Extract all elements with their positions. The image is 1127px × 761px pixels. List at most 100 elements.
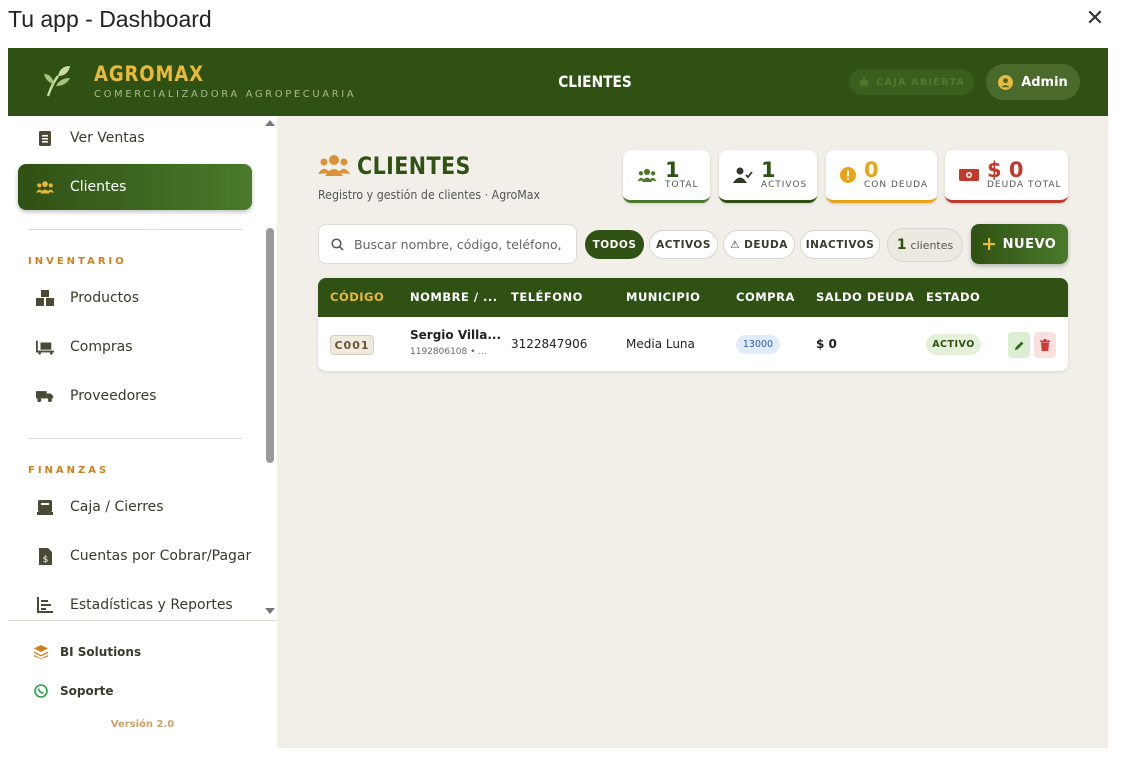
bi-solutions-link[interactable]: BI Solutions bbox=[34, 645, 141, 659]
col-codigo[interactable]: CÓDIGO bbox=[330, 290, 384, 304]
stat-activos-label: ACTIVOS bbox=[761, 180, 808, 190]
plus-icon bbox=[982, 238, 995, 250]
whatsapp-icon bbox=[34, 684, 48, 698]
svg-text:$: $ bbox=[42, 555, 48, 565]
pencil-icon bbox=[1014, 341, 1023, 350]
sidebar-item-label: Cuentas por Cobrar/Pagar bbox=[70, 548, 252, 564]
brand-subtitle: COMERCIALIZADORA AGROPECUARIA bbox=[94, 89, 357, 100]
client-name: Sergio Villa... bbox=[410, 328, 502, 342]
users-icon bbox=[637, 168, 657, 182]
sidebar-nav: Ver Ventas Clientes INVENTARIO Productos… bbox=[8, 116, 263, 620]
sidebar-scrollbar[interactable] bbox=[263, 116, 277, 620]
sidebar-item-estadisticas[interactable]: Estadísticas y Reportes bbox=[18, 582, 252, 620]
client-saldo: $ 0 bbox=[816, 337, 837, 351]
layers-icon bbox=[34, 645, 48, 659]
cash-register-icon bbox=[36, 498, 54, 516]
delete-client-button[interactable] bbox=[1034, 332, 1056, 358]
stat-activos: 1 ACTIVOS bbox=[719, 150, 817, 203]
leaf-logo-icon bbox=[44, 66, 70, 97]
client-id-line: 1192806108 • ... bbox=[410, 347, 487, 357]
top-bar: AGROMAX COMERCIALIZADORA AGROPECUARIA CL… bbox=[8, 48, 1108, 116]
sidebar-item-cuentas[interactable]: $ Cuentas por Cobrar/Pagar bbox=[18, 533, 252, 579]
client-count-label: clientes bbox=[910, 238, 954, 252]
filter-todos[interactable]: TODOS bbox=[585, 230, 644, 259]
soporte-link[interactable]: Soporte bbox=[34, 684, 114, 698]
sidebar-item-compras[interactable]: Compras bbox=[18, 324, 252, 370]
bi-solutions-label: BI Solutions bbox=[60, 645, 142, 659]
soporte-label: Soporte bbox=[60, 684, 114, 698]
warning-circle-icon bbox=[840, 167, 856, 183]
col-saldo-deuda[interactable]: SALDO DEUDA bbox=[816, 290, 915, 304]
sidebar-section-finanzas: FINANZAS bbox=[28, 465, 110, 476]
close-icon[interactable]: ✕ bbox=[1084, 8, 1106, 30]
filter-deuda[interactable]: ⚠ DEUDA bbox=[723, 230, 795, 259]
col-compra[interactable]: COMPRA bbox=[736, 290, 795, 304]
sidebar-item-clientes[interactable]: Clientes bbox=[18, 164, 252, 210]
search-box[interactable] bbox=[318, 224, 577, 264]
stat-total: 1 TOTAL bbox=[623, 150, 710, 203]
window-title: Tu app - Dashboard bbox=[8, 6, 212, 32]
sidebar-divider bbox=[28, 229, 242, 230]
sidebar-footer: BI Solutions Soporte Versión 2.0 bbox=[8, 620, 277, 748]
sidebar-item-ver-ventas[interactable]: Ver Ventas bbox=[18, 116, 252, 161]
client-count-badge: 1 clientes bbox=[887, 228, 963, 262]
stat-deuda-total-value: $ 0 bbox=[987, 158, 1024, 182]
invoice-dollar-icon: $ bbox=[36, 547, 54, 565]
page-subtitle: Registro y gestión de clientes · AgroMax bbox=[318, 188, 541, 202]
sidebar-item-label: Estadísticas y Reportes bbox=[70, 597, 233, 613]
col-nombre[interactable]: NOMBRE / ... bbox=[410, 290, 498, 304]
version-label: Versión 2.0 bbox=[110, 719, 175, 730]
sidebar-section-inventario: INVENTARIO bbox=[28, 256, 127, 267]
caja-abierta-label: CAJA ABIERTA bbox=[876, 76, 965, 88]
hand-icon bbox=[860, 77, 869, 86]
dolly-icon bbox=[36, 338, 54, 356]
new-client-label: NUEVO bbox=[1002, 236, 1057, 252]
sidebar-item-label: Clientes bbox=[70, 179, 127, 195]
filter-activos[interactable]: ACTIVOS bbox=[649, 230, 718, 259]
sidebar-item-productos[interactable]: Productos bbox=[18, 275, 252, 321]
col-municipio[interactable]: MUNICIPIO bbox=[626, 290, 700, 304]
clients-table: CÓDIGO NOMBRE / ... TELÉFONO MUNICIPIO C… bbox=[318, 278, 1068, 371]
chart-icon bbox=[36, 596, 54, 614]
edit-client-button[interactable] bbox=[1008, 332, 1030, 358]
receipt-icon bbox=[36, 129, 54, 147]
table-header: CÓDIGO NOMBRE / ... TELÉFONO MUNICIPIO C… bbox=[318, 278, 1068, 317]
app-window: AGROMAX COMERCIALIZADORA AGROPECUARIA CL… bbox=[8, 48, 1108, 748]
stat-activos-value: 1 bbox=[761, 158, 776, 182]
search-input[interactable] bbox=[354, 236, 564, 252]
stat-total-value: 1 bbox=[665, 158, 680, 182]
users-icon bbox=[36, 178, 54, 196]
scroll-down-arrow-icon[interactable] bbox=[265, 608, 275, 614]
stat-con-deuda: 0 CON DEUDA bbox=[826, 150, 937, 203]
brand-name: AGROMAX bbox=[94, 62, 204, 86]
sidebar-item-caja-cierres[interactable]: Caja / Cierres bbox=[18, 484, 252, 530]
scrollbar-thumb[interactable] bbox=[266, 228, 274, 463]
sidebar-item-proveedores[interactable]: Proveedores bbox=[18, 373, 252, 419]
sidebar-item-label: Productos bbox=[70, 290, 140, 306]
new-client-button[interactable]: NUEVO bbox=[971, 224, 1068, 264]
main-content: CLIENTES Registro y gestión de clientes … bbox=[277, 116, 1108, 748]
sidebar-item-label: Caja / Cierres bbox=[70, 499, 164, 515]
sidebar: Ver Ventas Clientes INVENTARIO Productos… bbox=[8, 116, 277, 748]
truck-icon bbox=[36, 387, 54, 405]
search-icon bbox=[331, 237, 344, 251]
admin-user-button[interactable]: Admin bbox=[986, 64, 1080, 100]
stat-deuda-total-label: DEUDA TOTAL bbox=[987, 180, 1062, 190]
col-estado[interactable]: ESTADO bbox=[926, 290, 980, 304]
client-code-badge: C001 bbox=[330, 335, 374, 355]
client-count-value: 1 bbox=[896, 237, 907, 253]
boxes-icon bbox=[36, 289, 54, 307]
users-icon bbox=[318, 155, 350, 176]
client-municipio: Media Luna bbox=[626, 337, 695, 351]
scroll-up-arrow-icon[interactable] bbox=[265, 120, 275, 126]
money-bill-icon bbox=[959, 169, 979, 181]
page-title: CLIENTES bbox=[357, 152, 471, 180]
status-badge: ACTIVO bbox=[926, 334, 981, 355]
client-compra-badge: 13000 bbox=[736, 335, 780, 354]
sidebar-item-label: Ver Ventas bbox=[70, 130, 145, 146]
col-telefono[interactable]: TELÉFONO bbox=[511, 290, 583, 304]
sidebar-divider bbox=[28, 438, 242, 439]
caja-abierta-button[interactable]: CAJA ABIERTA bbox=[849, 69, 974, 95]
admin-label: Admin bbox=[1021, 74, 1068, 90]
filter-inactivos[interactable]: INACTIVOS bbox=[800, 230, 880, 259]
